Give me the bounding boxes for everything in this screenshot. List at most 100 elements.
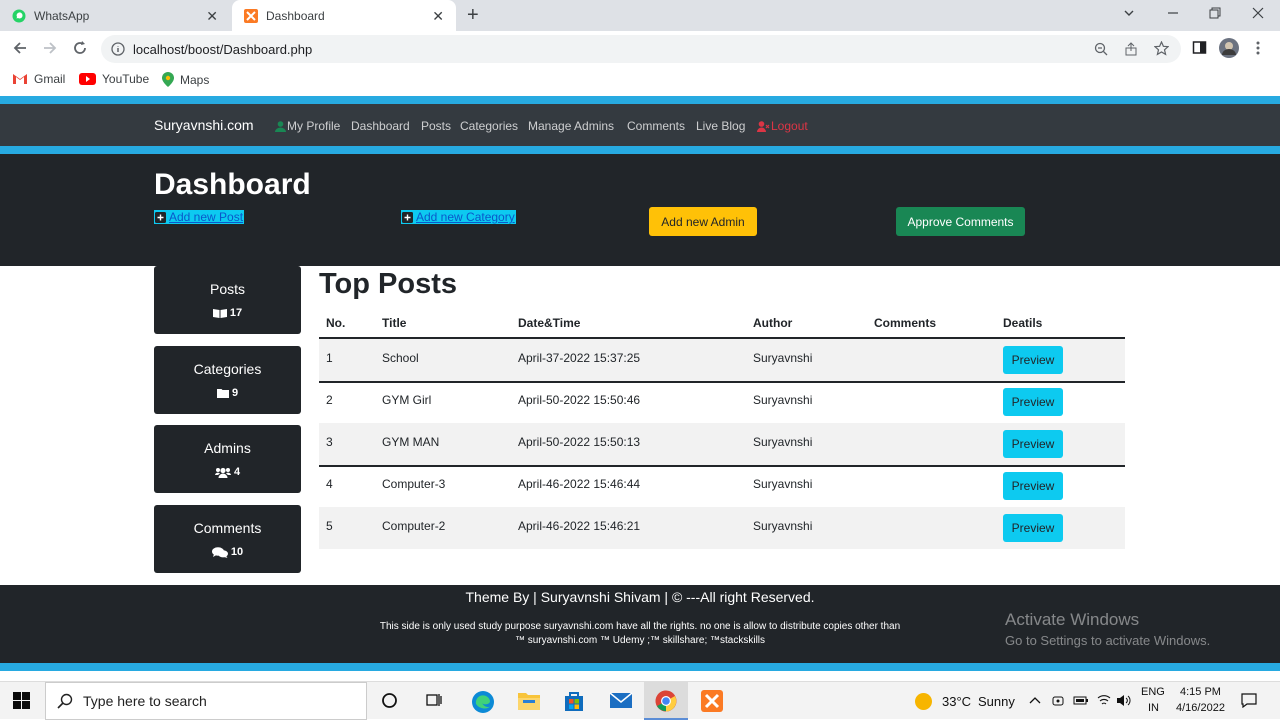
zoom-icon[interactable] (1094, 42, 1108, 56)
volume-icon[interactable] (1116, 694, 1132, 707)
edge-icon[interactable] (471, 690, 495, 714)
bookmark-youtube[interactable]: YouTube (79, 72, 149, 86)
stat-label: Posts (209, 281, 245, 297)
tab-search-icon[interactable] (1122, 6, 1136, 20)
region-code: IN (1148, 702, 1159, 714)
add-admin-button[interactable]: Add new Admin (649, 207, 757, 236)
nav-posts[interactable]: Posts (421, 119, 451, 133)
clock-date: 4/16/2022 (1176, 702, 1225, 714)
sun-icon[interactable] (914, 692, 933, 711)
bookmark-maps[interactable]: Maps (162, 72, 209, 87)
back-icon[interactable] (12, 40, 28, 56)
stat-card-categories: Categories 9 (154, 346, 301, 414)
approve-comments-button[interactable]: Approve Comments (896, 207, 1025, 236)
cell-datetime: April-50-2022 15:50:46 (518, 393, 641, 407)
chevron-up-icon[interactable] (1029, 695, 1041, 705)
battery-icon[interactable] (1073, 694, 1089, 706)
activate-windows-title: Activate Windows (1005, 610, 1140, 629)
bookmark-label: Gmail (34, 72, 66, 86)
taskbar-search-box[interactable]: Type here to search (45, 682, 367, 720)
cell-title: GYM Girl (382, 393, 432, 407)
stat-value: 10 (154, 546, 301, 558)
link-label: Add new Post (169, 210, 244, 224)
nav-dashboard[interactable]: Dashboard (351, 119, 410, 133)
menu-kebab-icon[interactable] (1255, 40, 1261, 56)
search-icon (57, 693, 73, 709)
meet-now-icon[interactable] (1051, 693, 1065, 708)
tab-title: Dashboard (266, 8, 325, 23)
forward-icon[interactable] (42, 40, 58, 56)
bookmark-gmail[interactable]: Gmail (12, 72, 65, 86)
preview-button[interactable]: Preview (1003, 430, 1063, 458)
close-tab-icon[interactable]: ✕ (206, 8, 218, 25)
comments-icon (211, 546, 228, 558)
chrome-taskbar-active[interactable] (644, 682, 688, 720)
cell-author: Suryavnshi (753, 435, 813, 449)
file-explorer-icon[interactable] (517, 690, 541, 712)
task-view-icon[interactable] (425, 692, 443, 709)
tab-whatsapp[interactable]: WhatsApp ✕ (12, 0, 230, 31)
minimize-icon[interactable] (1166, 6, 1180, 20)
cell-datetime: April-46-2022 15:46:21 (518, 519, 641, 533)
side-panel-icon[interactable] (1192, 40, 1207, 55)
top-posts-title: Top Posts (319, 268, 458, 300)
nav-manage-admins[interactable]: Manage Admins (528, 119, 614, 133)
stat-label: Comments (193, 520, 262, 536)
add-category-link[interactable]: Add new Category (401, 210, 516, 224)
nav-categories[interactable]: Categories (460, 119, 518, 133)
new-tab-icon[interactable]: + (467, 4, 479, 27)
preview-button[interactable]: Preview (1003, 388, 1063, 416)
cell-no: 3 (326, 435, 333, 449)
clock-time[interactable]: 4:15 PM (1180, 686, 1221, 698)
preview-button[interactable]: Preview (1003, 514, 1063, 542)
microsoft-store-icon[interactable] (563, 690, 585, 712)
table-row: 5 Computer-2 April-46-2022 15:46:21 Sury… (319, 507, 1125, 549)
nav-label: Logout (771, 119, 808, 133)
user-icon (275, 120, 286, 132)
bookmark-label: YouTube (102, 72, 150, 86)
nav-live-blog[interactable]: Live Blog (696, 119, 745, 133)
restore-icon[interactable] (1208, 6, 1222, 20)
stat-label: Admins (204, 440, 251, 456)
search-placeholder: Type here to search (83, 693, 207, 709)
address-bar[interactable]: localhost/boost/Dashboard.php (101, 35, 1181, 63)
notification-icon[interactable] (1241, 692, 1257, 708)
users-icon (214, 467, 231, 478)
nav-label: My Profile (287, 119, 341, 133)
top-accent-stripe (0, 96, 1280, 104)
close-window-icon[interactable] (1251, 6, 1265, 20)
cell-no: 5 (326, 519, 333, 533)
brand-link[interactable]: Suryavnshi.com (154, 117, 254, 133)
preview-button[interactable]: Preview (1003, 472, 1063, 500)
wifi-icon[interactable] (1097, 693, 1111, 707)
bookmark-star-icon[interactable] (1154, 41, 1169, 56)
url-text: localhost/boost/Dashboard.php (133, 42, 313, 57)
windows-start-icon[interactable] (13, 692, 30, 709)
cell-no: 2 (326, 393, 333, 407)
youtube-icon (79, 73, 96, 85)
column-header: No. (326, 316, 346, 330)
cell-title: Computer-3 (382, 477, 446, 491)
stat-count: 10 (230, 546, 244, 558)
language-code[interactable]: ENG (1141, 686, 1165, 698)
cortana-icon[interactable] (381, 692, 398, 709)
profile-avatar[interactable] (1219, 38, 1239, 58)
table-row: 1 School April-37-2022 15:37:25 Suryavns… (319, 339, 1125, 381)
share-icon[interactable] (1124, 42, 1138, 56)
info-icon[interactable] (111, 42, 125, 56)
nav-comments[interactable]: Comments (627, 119, 685, 133)
reload-icon[interactable] (72, 40, 88, 56)
close-tab-icon[interactable]: ✕ (432, 8, 444, 25)
tab-dashboard[interactable]: Dashboard ✕ (232, 0, 456, 31)
gmail-icon (12, 73, 28, 85)
link-label: Add new Category (416, 210, 515, 224)
nav-logout[interactable]: Logout (757, 119, 808, 133)
footer-credit: Theme By | Suryavnshi Shivam | © ---All … (465, 589, 815, 605)
mail-icon[interactable] (609, 690, 633, 710)
user-times-icon (757, 120, 770, 132)
xampp-taskbar-icon[interactable] (701, 690, 723, 712)
add-post-link[interactable]: Add new Post (154, 210, 245, 224)
preview-button[interactable]: Preview (1003, 346, 1063, 374)
nav-my-profile[interactable]: My Profile (275, 119, 340, 133)
whatsapp-icon (12, 9, 26, 23)
